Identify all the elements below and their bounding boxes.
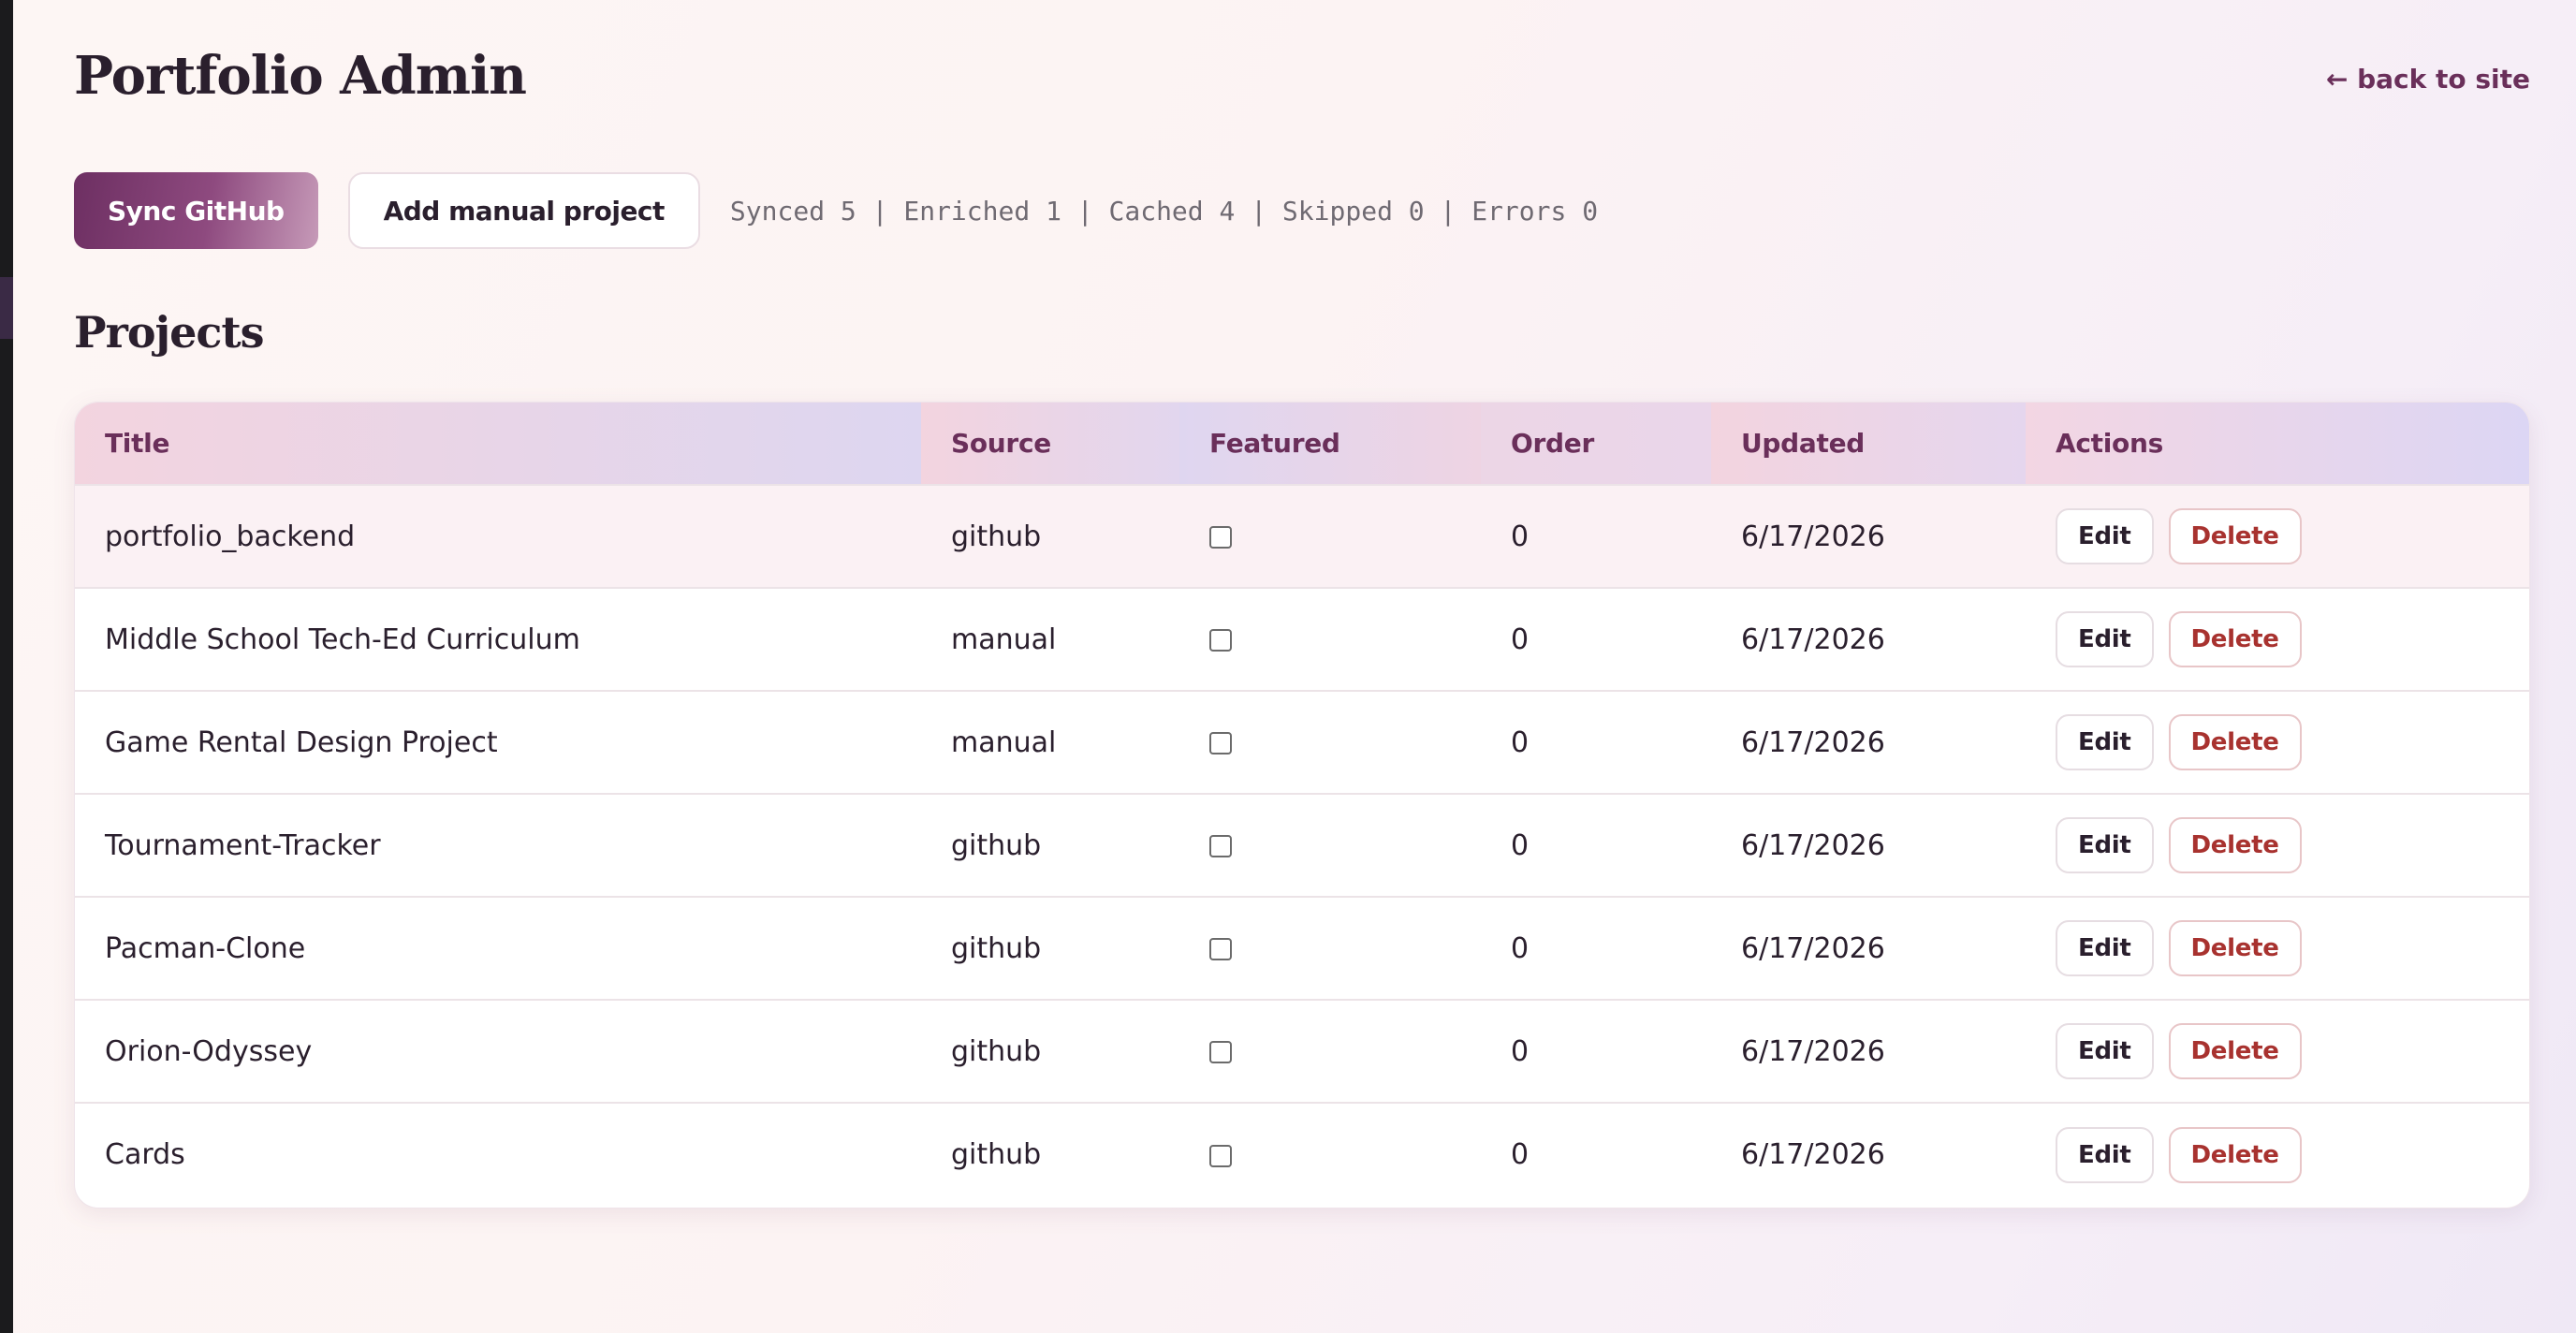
- project-featured-cell: [1179, 691, 1481, 794]
- project-updated: 6/17/2026: [1741, 623, 1885, 656]
- window-edge-accent: [0, 277, 13, 339]
- sync-github-button[interactable]: Sync GitHub: [74, 172, 318, 249]
- column-header-source: Source: [921, 403, 1179, 485]
- project-order: 0: [1511, 1138, 1530, 1171]
- project-source: manual: [951, 623, 1057, 656]
- add-manual-project-button[interactable]: Add manual project: [347, 172, 700, 249]
- delete-button[interactable]: Delete: [2168, 1023, 2302, 1079]
- table-row: Middle School Tech-Ed Curriculum manual 0 6…: [75, 588, 2529, 691]
- project-order: 0: [1511, 725, 1530, 759]
- featured-checkbox[interactable]: [1209, 526, 1232, 549]
- project-featured-cell: [1179, 1103, 1481, 1206]
- project-title: portfolio_backend: [105, 520, 356, 553]
- featured-checkbox[interactable]: [1209, 1041, 1232, 1063]
- project-order: 0: [1511, 1034, 1530, 1068]
- table-header-row: Title Source Featured Order Updated Acti…: [75, 403, 2529, 485]
- projects-table: Title Source Featured Order Updated Acti…: [75, 403, 2529, 1206]
- edit-button[interactable]: Edit: [2056, 611, 2154, 667]
- project-source: github: [951, 1138, 1042, 1171]
- project-featured-cell: [1179, 1000, 1481, 1103]
- delete-button[interactable]: Delete: [2168, 611, 2302, 667]
- project-actions-cell: Edit Delete: [2026, 1103, 2529, 1206]
- table-row: Game Rental Design Project manual 0 6/17/20…: [75, 691, 2529, 794]
- delete-button[interactable]: Delete: [2168, 714, 2302, 770]
- back-to-site-link[interactable]: ← back to site: [2326, 64, 2530, 95]
- column-header-actions: Actions: [2026, 403, 2529, 485]
- project-actions-cell: Edit Delete: [2026, 485, 2529, 588]
- project-title: Cards: [105, 1138, 185, 1171]
- delete-button[interactable]: Delete: [2168, 1126, 2302, 1183]
- delete-button[interactable]: Delete: [2168, 508, 2302, 564]
- sync-status-text: Synced 5 | Enriched 1 | Cached 4 | Skipp…: [729, 195, 1599, 227]
- project-title: Orion-Odyssey: [105, 1034, 313, 1068]
- projects-heading: Projects: [74, 307, 265, 358]
- project-featured-cell: [1179, 794, 1481, 897]
- projects-table-card: Title Source Featured Order Updated Acti…: [74, 402, 2530, 1208]
- project-updated: 6/17/2026: [1741, 828, 1885, 862]
- project-order: 0: [1511, 520, 1530, 553]
- project-source: github: [951, 1034, 1042, 1068]
- project-updated: 6/17/2026: [1741, 931, 1885, 965]
- edit-button[interactable]: Edit: [2056, 1126, 2154, 1183]
- project-featured-cell: [1179, 897, 1481, 1000]
- table-row: portfolio_backend github 0 6/17/2026 Edit Del…: [75, 485, 2529, 588]
- project-updated: 6/17/2026: [1741, 725, 1885, 759]
- project-featured-cell: [1179, 588, 1481, 691]
- project-featured-cell: [1179, 485, 1481, 588]
- project-order: 0: [1511, 931, 1530, 965]
- featured-checkbox[interactable]: [1209, 732, 1232, 754]
- delete-button[interactable]: Delete: [2168, 920, 2302, 976]
- table-row: Orion-Odyssey github 0 6/17/2026 Edit Delete: [75, 1000, 2529, 1103]
- table-row: Pacman-Clone github 0 6/17/2026 Edit Delete: [75, 897, 2529, 1000]
- project-source: github: [951, 520, 1042, 553]
- project-actions-cell: Edit Delete: [2026, 588, 2529, 691]
- project-source: manual: [951, 725, 1057, 759]
- project-actions-cell: Edit Delete: [2026, 691, 2529, 794]
- project-order: 0: [1511, 623, 1530, 656]
- project-actions-cell: Edit Delete: [2026, 1000, 2529, 1103]
- project-order: 0: [1511, 828, 1530, 862]
- delete-button[interactable]: Delete: [2168, 817, 2302, 873]
- project-updated: 6/17/2026: [1741, 1138, 1885, 1171]
- column-header-title: Title: [75, 403, 921, 485]
- edit-button[interactable]: Edit: [2056, 920, 2154, 976]
- project-actions-cell: Edit Delete: [2026, 897, 2529, 1000]
- project-updated: 6/17/2026: [1741, 1034, 1885, 1068]
- column-header-featured: Featured: [1179, 403, 1481, 485]
- featured-checkbox[interactable]: [1209, 1144, 1232, 1167]
- project-actions-cell: Edit Delete: [2026, 794, 2529, 897]
- featured-checkbox[interactable]: [1209, 938, 1232, 960]
- project-source: github: [951, 931, 1042, 965]
- featured-checkbox[interactable]: [1209, 835, 1232, 857]
- column-header-updated: Updated: [1711, 403, 2026, 485]
- edit-button[interactable]: Edit: [2056, 1023, 2154, 1079]
- edit-button[interactable]: Edit: [2056, 817, 2154, 873]
- column-header-order: Order: [1481, 403, 1711, 485]
- featured-checkbox[interactable]: [1209, 629, 1232, 652]
- project-updated: 6/17/2026: [1741, 520, 1885, 553]
- project-title: Pacman-Clone: [105, 931, 306, 965]
- project-title: Middle School Tech-Ed Curriculum: [105, 623, 580, 656]
- projects-table-body: portfolio_backend github 0 6/17/2026 Edit Del…: [75, 485, 2529, 1206]
- page-title: Portfolio Admin: [74, 45, 527, 107]
- table-row: Tournament-Tracker github 0 6/17/2026 Edit De…: [75, 794, 2529, 897]
- edit-button[interactable]: Edit: [2056, 508, 2154, 564]
- project-source: github: [951, 828, 1042, 862]
- edit-button[interactable]: Edit: [2056, 714, 2154, 770]
- toolbar: Sync GitHub Add manual project Synced 5 …: [74, 172, 1598, 249]
- window-edge: [0, 0, 13, 1333]
- table-row: Cards github 0 6/17/2026 Edit Delete: [75, 1103, 2529, 1206]
- project-title: Game Rental Design Project: [105, 725, 498, 759]
- project-title: Tournament-Tracker: [105, 828, 381, 862]
